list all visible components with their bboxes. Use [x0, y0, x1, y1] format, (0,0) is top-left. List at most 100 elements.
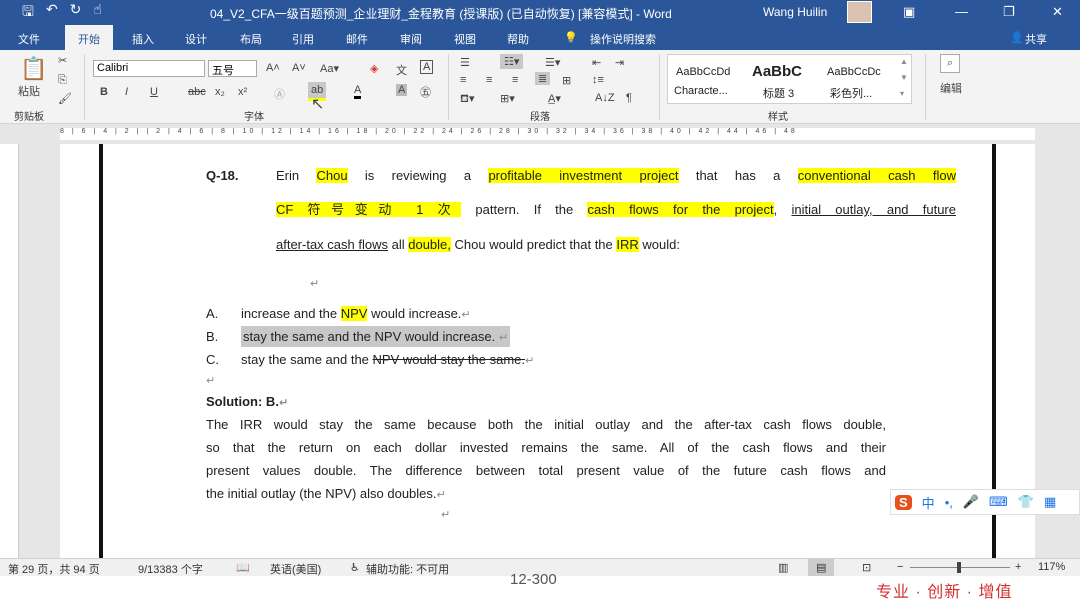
show-marks-icon[interactable]: ¶	[626, 92, 632, 104]
tab-help[interactable]: 帮助	[507, 31, 529, 47]
increase-indent-icon[interactable]: ⇥	[615, 56, 624, 69]
character-shading-icon[interactable]: A	[396, 84, 408, 96]
superscript-icon[interactable]: x²	[238, 86, 247, 98]
word-count[interactable]: 9/13383 个字	[138, 561, 203, 577]
change-case-icon[interactable]: Aa▾	[320, 62, 339, 75]
bullets-icon[interactable]: ☰	[460, 56, 470, 69]
web-layout-icon[interactable]: ⊡	[862, 561, 871, 574]
zoom-level[interactable]: 117%	[1038, 561, 1065, 573]
style-name-1[interactable]: Characte...	[674, 85, 728, 97]
tab-mailings[interactable]: 邮件	[346, 31, 368, 47]
share-icon[interactable]: 👤	[1010, 31, 1024, 44]
tab-references[interactable]: 引用	[292, 31, 314, 47]
ime-toolbar[interactable]: S 中 •, 🎤 ⌨ 👕 ▦	[890, 489, 1080, 515]
align-right-icon[interactable]: ≡	[512, 74, 518, 86]
vertical-ruler[interactable]	[5, 144, 19, 558]
read-mode-icon[interactable]: ▥	[778, 561, 788, 574]
copy-icon[interactable]: ⎘	[58, 74, 67, 87]
avatar[interactable]	[847, 1, 872, 23]
shading-icon[interactable]: ⛾▾	[460, 92, 475, 107]
save-icon[interactable]: 🖫	[22, 1, 34, 25]
punctuation-icon[interactable]: •,	[945, 495, 953, 510]
decrease-indent-icon[interactable]: ⇤	[592, 56, 601, 69]
font-color-icon[interactable]: A	[354, 84, 362, 99]
ribbon-display-icon[interactable]: ▣	[903, 4, 915, 20]
close-button[interactable]: ✕	[1052, 4, 1063, 20]
option-c-label: C.	[206, 352, 219, 367]
align-center-icon[interactable]: ≡	[486, 74, 492, 86]
styles-more-icon[interactable]: ▾	[900, 89, 904, 98]
undo-icon[interactable]: ↶	[46, 1, 58, 25]
zoom-out-button[interactable]: −	[897, 561, 903, 573]
tab-design[interactable]: 设计	[185, 31, 207, 47]
format-painter-icon[interactable]: 🖌	[58, 92, 72, 105]
styles-scroll-up-icon[interactable]: ▲	[900, 57, 908, 66]
editing-button[interactable]: 编辑	[940, 80, 962, 96]
accessibility-status[interactable]: 辅助功能: 不可用	[366, 561, 449, 577]
multilevel-list-icon[interactable]: ☰▾	[545, 56, 560, 69]
solution-line-2: so that the return on each dollar invest…	[206, 440, 886, 455]
bold-icon[interactable]: B	[100, 86, 108, 98]
mouse-cursor-icon: ↖	[311, 96, 325, 113]
style-preview-2[interactable]: AaBbC	[752, 63, 802, 80]
zoom-in-button[interactable]: +	[1015, 561, 1021, 573]
shrink-font-icon[interactable]: A˅	[292, 62, 306, 74]
paste-icon[interactable]: 📋	[20, 56, 47, 82]
toolbox-icon[interactable]: ▦	[1044, 494, 1056, 510]
proofing-icon[interactable]: 📖	[236, 561, 250, 574]
touch-mode-icon[interactable]: ☝	[93, 1, 102, 25]
tab-home[interactable]: 开始	[65, 25, 113, 50]
subscript-icon[interactable]: x₂	[215, 86, 225, 98]
keyboard-icon[interactable]: ⌨	[989, 494, 1008, 510]
paragraph-group-label: 段落	[530, 112, 550, 123]
user-name[interactable]: Wang Huilin	[763, 5, 827, 19]
option-c-text: stay the same and the NPV would stay the…	[241, 352, 535, 367]
underline-icon[interactable]: U	[150, 86, 158, 98]
cut-icon[interactable]: ✂	[58, 54, 67, 67]
character-border-icon[interactable]: A	[420, 60, 434, 74]
line-spacing-icon[interactable]: ↕≡	[592, 74, 604, 86]
justify-icon[interactable]: ≣	[535, 72, 551, 85]
clear-format-icon[interactable]: ◈	[370, 62, 378, 75]
language[interactable]: 英语(美国)	[270, 561, 321, 577]
zoom-slider-thumb[interactable]	[957, 562, 961, 573]
style-name-2[interactable]: 标题 3	[763, 85, 794, 101]
tab-view[interactable]: 视图	[454, 31, 476, 47]
distributed-icon[interactable]: ⊞	[562, 74, 571, 87]
grow-font-icon[interactable]: A˄	[266, 62, 280, 74]
restore-button[interactable]: ❐	[1003, 4, 1015, 20]
style-preview-3[interactable]: AaBbCcDc	[827, 66, 881, 78]
skin-icon[interactable]: 👕	[1018, 494, 1034, 510]
find-icon[interactable]: ⌕	[940, 54, 961, 73]
tell-me-search[interactable]: 操作说明搜索	[590, 31, 656, 47]
borders-icon[interactable]: ⊞▾	[500, 92, 515, 105]
tab-file[interactable]: 文件	[18, 31, 40, 47]
tab-review[interactable]: 审阅	[400, 31, 422, 47]
paste-button[interactable]: 粘贴	[18, 83, 40, 99]
microphone-icon[interactable]: 🎤	[963, 494, 979, 510]
document-page[interactable]: Q-18. Erin Chou is reviewing a profitabl…	[60, 144, 1035, 558]
minimize-button[interactable]: —	[955, 4, 968, 19]
align-left-icon[interactable]: ≡	[460, 74, 466, 86]
style-preview-1[interactable]: AaBbCcDd	[676, 66, 730, 78]
horizontal-ruler[interactable]: 8 | 6 | 4 | 2 | | 2 | 4 | 6 | 8 | 10 | 1…	[0, 124, 1080, 144]
text-effects-icon[interactable]: Ⓐ	[274, 86, 285, 102]
italic-icon[interactable]: I	[125, 86, 128, 98]
print-layout-icon[interactable]: ▤	[808, 559, 835, 576]
asian-layout-icon[interactable]: A̲▾	[548, 92, 561, 105]
font-size-select[interactable]: 五号	[208, 60, 257, 77]
share-button[interactable]: 共享	[1025, 31, 1047, 47]
numbering-icon[interactable]: ☷▾	[500, 54, 524, 69]
redo-icon[interactable]: ↻	[70, 1, 82, 25]
font-name-select[interactable]: Calibri	[93, 60, 205, 77]
ime-language-toggle[interactable]: 中	[922, 493, 935, 512]
strikethrough-icon[interactable]: abc	[188, 86, 206, 98]
tab-layout[interactable]: 布局	[240, 31, 262, 47]
enclose-characters-icon[interactable]: ㊄	[420, 84, 431, 100]
page-count[interactable]: 第 29 页，共 94 页	[8, 561, 100, 577]
styles-scroll-down-icon[interactable]: ▼	[900, 73, 908, 82]
sort-icon[interactable]: A↓Z	[595, 92, 615, 104]
phonetic-guide-icon[interactable]: 文	[396, 62, 407, 78]
style-name-3[interactable]: 彩色列...	[830, 85, 872, 101]
tab-insert[interactable]: 插入	[132, 31, 154, 47]
